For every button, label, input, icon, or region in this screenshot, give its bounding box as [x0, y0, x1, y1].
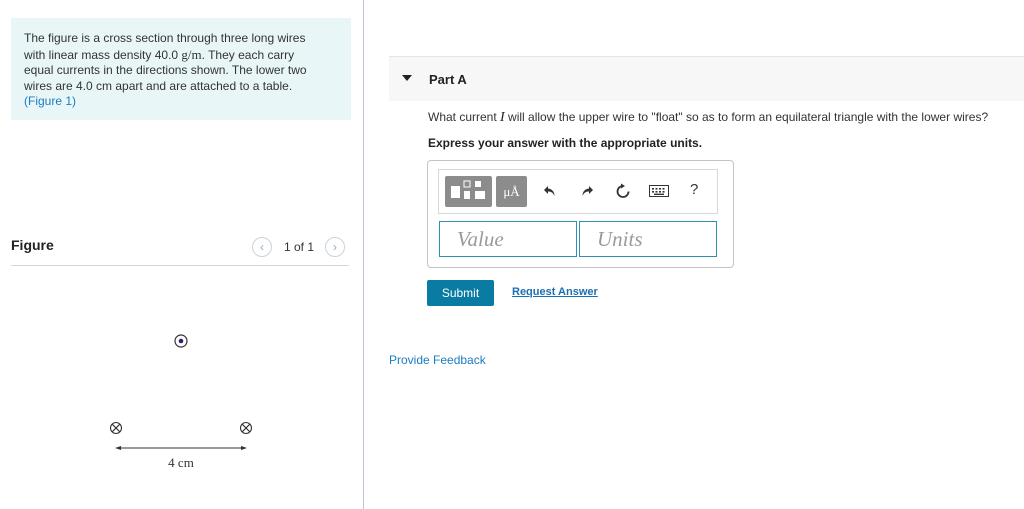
- question-text: What current I will allow the upper wire…: [428, 110, 988, 126]
- value-input[interactable]: Value: [439, 221, 577, 257]
- problem-text-line: The figure is a cross section through th…: [24, 31, 306, 45]
- problem-text-line: equal currents in the directions shown. …: [24, 63, 307, 77]
- figure-title: Figure: [11, 237, 54, 253]
- figure-pager: ‹ 1 of 1 ›: [252, 236, 346, 258]
- right-wire-current-in-icon: [239, 421, 253, 435]
- request-answer-link[interactable]: Request Answer: [512, 286, 598, 298]
- question-text-part: will allow the upper wire to "float" so …: [504, 110, 989, 124]
- help-icon[interactable]: ?: [690, 181, 698, 198]
- wire-cross-section-figure: 4 cm: [109, 334, 253, 470]
- column-divider: [363, 0, 364, 509]
- left-wire-current-in-icon: [109, 421, 123, 435]
- upper-wire-current-out-icon: [174, 334, 188, 348]
- problem-text: with linear mass density 40.0: [24, 47, 182, 62]
- question-text-part: What current: [428, 110, 501, 124]
- undo-icon[interactable]: [541, 182, 559, 200]
- figure-divider: [11, 265, 349, 266]
- pager-count: 1 of 1: [284, 240, 315, 254]
- part-a-header[interactable]: [389, 57, 1024, 101]
- next-figure-button[interactable]: ›: [325, 237, 346, 257]
- reset-icon[interactable]: [614, 182, 632, 200]
- submit-button[interactable]: Submit: [427, 280, 494, 306]
- chevron-right-icon: ›: [333, 240, 338, 254]
- units-button[interactable]: μÅ: [496, 176, 527, 207]
- previous-figure-button[interactable]: ‹: [252, 237, 272, 257]
- distance-arrow: [115, 446, 247, 450]
- units-input[interactable]: Units: [579, 221, 717, 257]
- templates-button[interactable]: [445, 176, 492, 207]
- figure-link[interactable]: (Figure 1): [24, 94, 337, 110]
- mass-density-unit: g/m: [181, 46, 202, 62]
- templates-icon: [451, 180, 485, 199]
- collapse-caret-icon[interactable]: [402, 75, 412, 81]
- problem-statement: The figure is a cross section through th…: [11, 18, 351, 120]
- distance-label: 4 cm: [168, 455, 194, 470]
- keyboard-icon[interactable]: [648, 182, 670, 200]
- redo-icon[interactable]: [578, 182, 596, 200]
- problem-text-line: wires are 4.0 cm apart and are attached …: [24, 78, 293, 93]
- part-a-label: Part A: [429, 72, 467, 87]
- problem-text-line: with linear mass density 40.0 g/m. They …: [24, 47, 337, 64]
- answer-instruction: Express your answer with the appropriate…: [428, 136, 703, 150]
- provide-feedback-link[interactable]: Provide Feedback: [389, 353, 486, 367]
- problem-text: . They each carry: [201, 47, 295, 62]
- chevron-left-icon: ‹: [260, 240, 264, 254]
